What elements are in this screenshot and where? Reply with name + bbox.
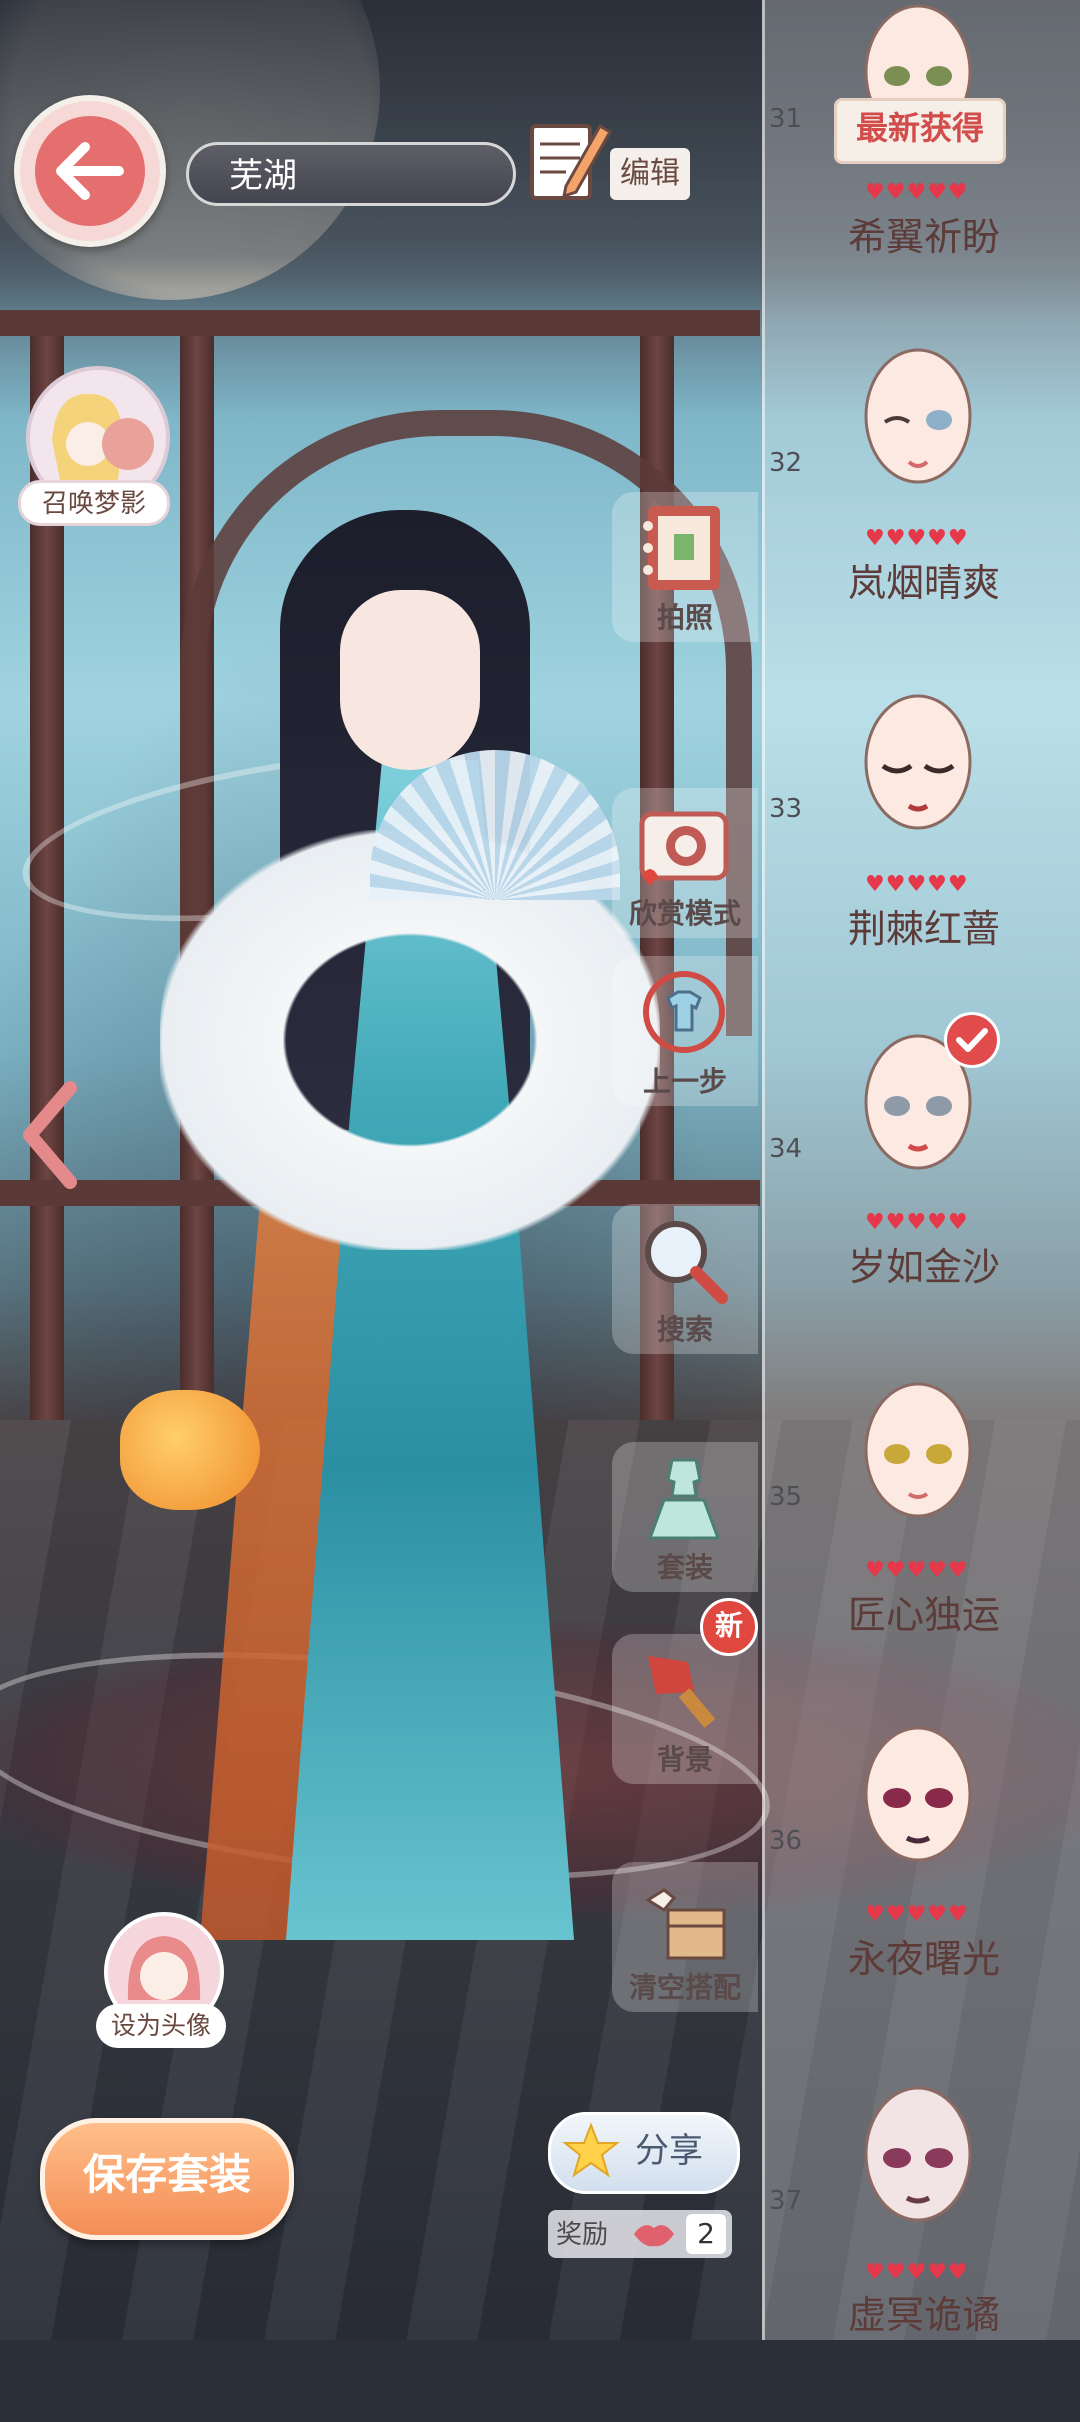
new-badge: 新 <box>700 1598 758 1656</box>
goldfish <box>120 1390 260 1510</box>
menu-background-button[interactable]: 背景 <box>612 1634 758 1784</box>
makeup-card[interactable]: 36 ♥♥♥♥♥ 永夜曙光 <box>765 1722 1080 2062</box>
makeup-card[interactable]: 31 ♥♥♥♥♥ 希翼祈盼 <box>765 0 1080 340</box>
undo-shirt-icon <box>643 971 725 1053</box>
previous-page-arrow[interactable] <box>20 1080 80 1190</box>
card-number: 32 <box>769 448 803 478</box>
back-button[interactable] <box>14 95 166 247</box>
character-face <box>340 590 480 770</box>
set-avatar-label: 设为头像 <box>96 2004 226 2048</box>
menu-outfit-button[interactable]: 套装 <box>612 1442 758 1592</box>
magnifier-icon <box>645 1221 728 1304</box>
menu-photo-button[interactable]: 拍照 <box>612 492 758 642</box>
edit-button[interactable]: 编辑 <box>526 116 692 208</box>
outfit-name-field[interactable]: 芜湖 <box>186 142 516 206</box>
rating-hearts: ♥♥♥♥♥ <box>865 1210 969 1235</box>
face-icon <box>864 348 972 484</box>
card-number: 36 <box>769 1826 803 1856</box>
camera-icon <box>639 811 729 886</box>
card-title: 虚冥诡谲 <box>847 2293 1000 2337</box>
face-icon <box>864 1726 972 1862</box>
notebook-icon <box>643 506 720 590</box>
edit-label: 编辑 <box>610 148 690 200</box>
menu-clear-label: 清空搭配 <box>628 1971 741 2004</box>
menu-clear-button[interactable]: 清空搭配 <box>612 1862 758 2012</box>
makeup-card[interactable]: 35 ♥♥♥♥♥ 匠心独运 <box>765 1378 1080 1718</box>
card-title: 希翼祈盼 <box>847 215 1000 259</box>
reward-count: 2 <box>686 2214 726 2254</box>
notepad-pencil-icon <box>530 123 612 200</box>
card-title: 匠心独运 <box>847 1593 1000 1637</box>
makeup-card[interactable]: 32 ♥♥♥♥♥ 岚烟晴爽 <box>765 344 1080 684</box>
card-number: 35 <box>769 1482 803 1512</box>
rating-hearts: ♥♥♥♥♥ <box>865 526 969 551</box>
menu-search-label: 搜索 <box>656 1313 713 1346</box>
face-icon <box>864 694 972 830</box>
rating-hearts: ♥♥♥♥♥ <box>865 180 969 205</box>
menu-appreciate-button[interactable]: 欣赏模式 <box>612 788 758 938</box>
rating-hearts: ♥♥♥♥♥ <box>865 2260 969 2285</box>
menu-photo-label: 拍照 <box>656 601 713 634</box>
card-title: 荆棘红蔷 <box>847 907 1000 951</box>
makeup-card[interactable]: 33 ♥♥♥♥♥ 荆棘红蔷 <box>765 690 1080 1030</box>
outfit-icon <box>647 1458 721 1540</box>
face-icon <box>864 1382 972 1518</box>
card-title: 岁如金沙 <box>847 1245 1000 1289</box>
card-number: 33 <box>769 794 803 824</box>
latest-acquired-tag: 最新获得 <box>834 98 1006 164</box>
makeup-card-selected[interactable]: 34 ♥♥♥♥♥ 岁如金沙 <box>765 1030 1080 1370</box>
makeup-list-panel[interactable]: 31 ♥♥♥♥♥ 希翼祈盼 32 ♥♥♥♥♥ 岚烟晴爽 33 ♥♥♥♥♥ 荆棘红… <box>762 0 1080 2340</box>
face-icon <box>864 2086 972 2222</box>
card-title: 永夜曙光 <box>847 1937 1000 1981</box>
card-number: 34 <box>769 1134 803 1164</box>
clear-box-icon <box>645 1888 726 1960</box>
character-model[interactable] <box>120 500 680 1960</box>
rating-hearts: ♥♥♥♥♥ <box>865 1902 969 1927</box>
brush-icon <box>648 1656 716 1728</box>
card-number: 37 <box>769 2186 803 2216</box>
menu-outfit-label: 套装 <box>656 1551 713 1584</box>
share-button[interactable]: 分享 <box>548 2112 740 2194</box>
selected-check-icon <box>944 1012 1000 1068</box>
set-avatar-button[interactable]: 设为头像 <box>96 1912 226 2052</box>
beam <box>0 310 760 336</box>
rating-hearts: ♥♥♥♥♥ <box>865 1558 969 1583</box>
summon-label: 召唤梦影 <box>18 480 170 526</box>
share-label: 分享 <box>635 2131 703 2171</box>
menu-search-button[interactable]: 搜索 <box>612 1204 758 1354</box>
save-outfit-button[interactable]: 保存套装 <box>40 2118 294 2240</box>
makeup-card[interactable]: 37 ♥♥♥♥♥ 虚冥诡谲 <box>765 2082 1080 2422</box>
menu-undo-label: 上一步 <box>642 1065 727 1098</box>
star-icon <box>562 2122 620 2178</box>
card-title: 岚烟晴爽 <box>847 561 1000 605</box>
reward-indicator: 奖励 2 <box>548 2210 732 2258</box>
reward-label: 奖励 <box>556 2220 609 2250</box>
menu-appreciate-label: 欣赏模式 <box>628 897 741 930</box>
menu-background-label: 背景 <box>656 1743 713 1776</box>
menu-undo-button[interactable]: 上一步 <box>612 956 758 1106</box>
card-number: 31 <box>769 104 803 134</box>
rating-hearts: ♥♥♥♥♥ <box>865 872 969 897</box>
back-arrow-icon <box>35 116 145 226</box>
summon-dream-shadow-button[interactable]: 召唤梦影 <box>18 366 170 526</box>
lips-icon <box>634 2225 674 2247</box>
